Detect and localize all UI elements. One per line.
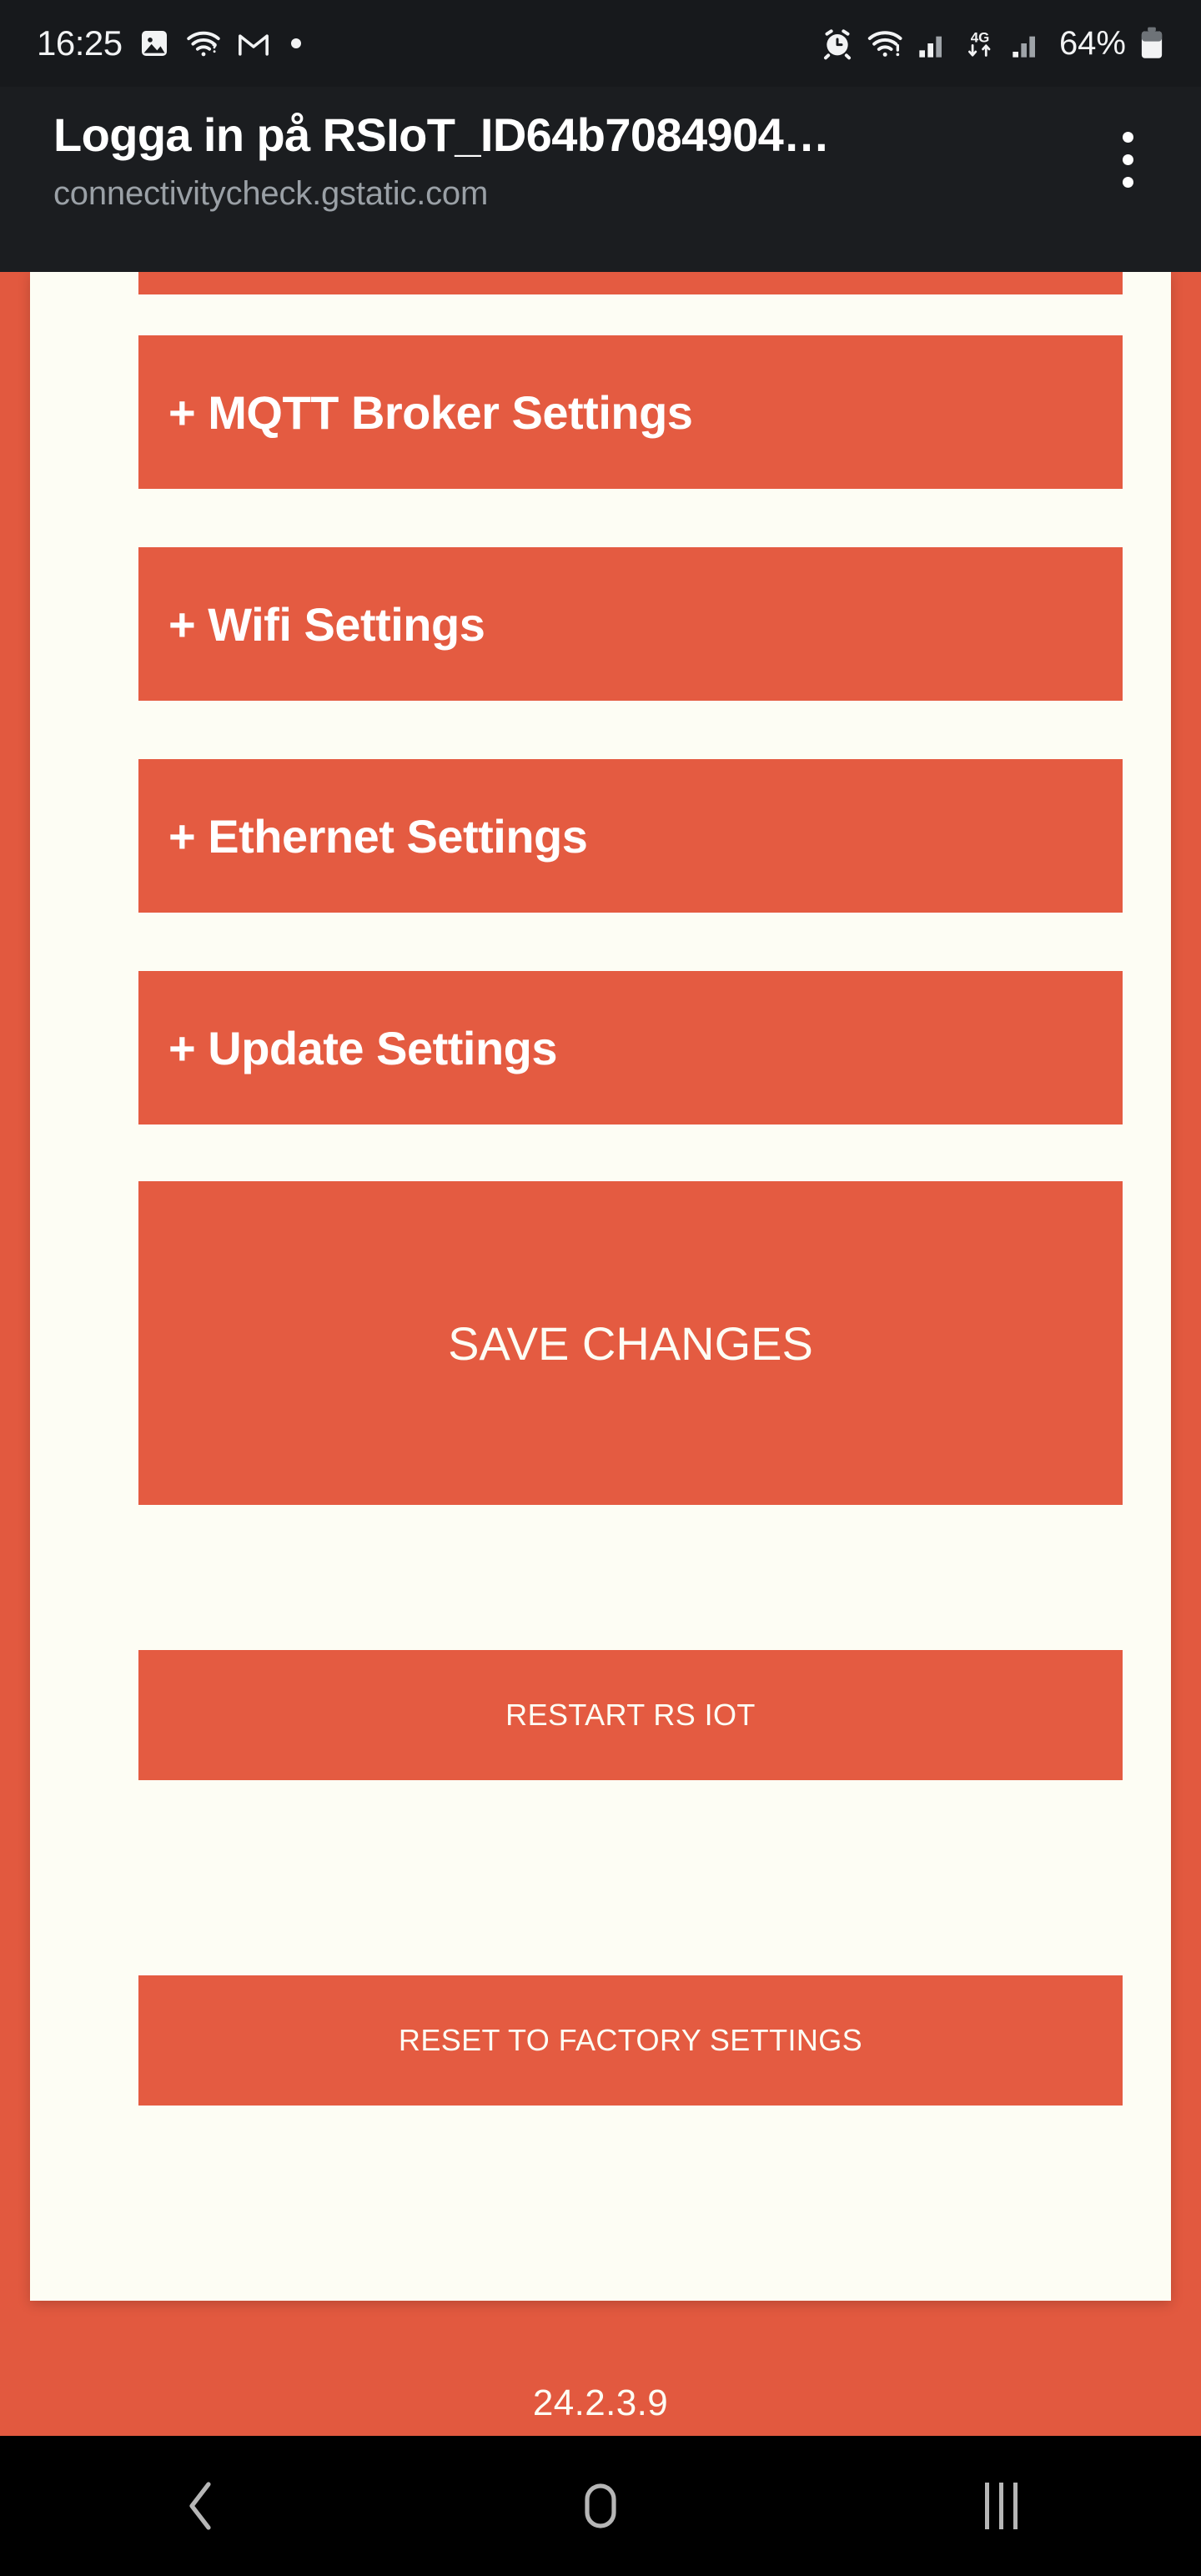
- mqtt-broker-settings-section[interactable]: + MQTT Broker Settings: [138, 335, 1123, 489]
- nav-home-button[interactable]: [517, 2436, 684, 2576]
- nav-back-button[interactable]: [117, 2436, 284, 2576]
- update-settings-section[interactable]: + Update Settings: [138, 971, 1123, 1124]
- nav-recents-button[interactable]: [917, 2436, 1084, 2576]
- back-icon: [189, 2482, 211, 2530]
- reset-to-factory-settings-button[interactable]: RESET TO FACTORY SETTINGS: [138, 1975, 1123, 2106]
- battery-percent-label: 64%: [1058, 24, 1126, 62]
- page-url: connectivitycheck.gstatic.com: [53, 175, 489, 213]
- signal-bars-2-icon: [1013, 36, 1035, 58]
- status-bar: 16:25 4G 64%: [0, 0, 1201, 87]
- alarm-icon: [823, 29, 851, 60]
- firmware-version-label: 24.2.3.9: [532, 2382, 669, 2423]
- wifi-alert-icon: [867, 31, 902, 57]
- phone-screen: 16:25 4G 64% Logga in på RSIoT_ID64b7084…: [0, 0, 1201, 2576]
- page-title: Logga in på RSIoT_ID64b7084904…: [53, 108, 830, 161]
- signal-bars-icon: [919, 36, 942, 58]
- battery-icon: [1141, 27, 1163, 58]
- svg-text:4G: 4G: [971, 29, 990, 45]
- 4g-data-icon: 4G: [967, 29, 991, 57]
- gmail-icon: [238, 34, 269, 56]
- wifi-settings-section[interactable]: + Wifi Settings: [138, 547, 1123, 701]
- previous-section-partial[interactable]: [138, 272, 1123, 294]
- browser-title-block: Logga in på RSIoT_ID64b7084904… connecti…: [53, 100, 1088, 212]
- web-page-content: + MQTT Broker Settings + Wifi Settings +…: [0, 272, 1201, 2436]
- browser-title-bar: Logga in på RSIoT_ID64b7084904… connecti…: [0, 87, 1201, 272]
- wifi-question-icon: [186, 31, 220, 57]
- screenshot-icon: [141, 31, 167, 56]
- settings-card: + MQTT Broker Settings + Wifi Settings +…: [30, 272, 1171, 2301]
- android-nav-bar: [0, 2436, 1201, 2576]
- restart-rs-iot-button[interactable]: RESTART RS IOT: [138, 1650, 1123, 1780]
- overflow-menu-icon[interactable]: [1088, 113, 1168, 205]
- home-icon: [585, 2483, 616, 2528]
- save-changes-button[interactable]: SAVE CHANGES: [138, 1181, 1123, 1505]
- recents-icon: [984, 2483, 1018, 2529]
- status-bar-right: 4G 64%: [821, 25, 1164, 63]
- more-dot-icon: [290, 38, 301, 48]
- ethernet-settings-section[interactable]: + Ethernet Settings: [138, 759, 1123, 913]
- status-bar-left: 16:25: [37, 23, 301, 63]
- status-bar-clock: 16:25: [37, 23, 123, 63]
